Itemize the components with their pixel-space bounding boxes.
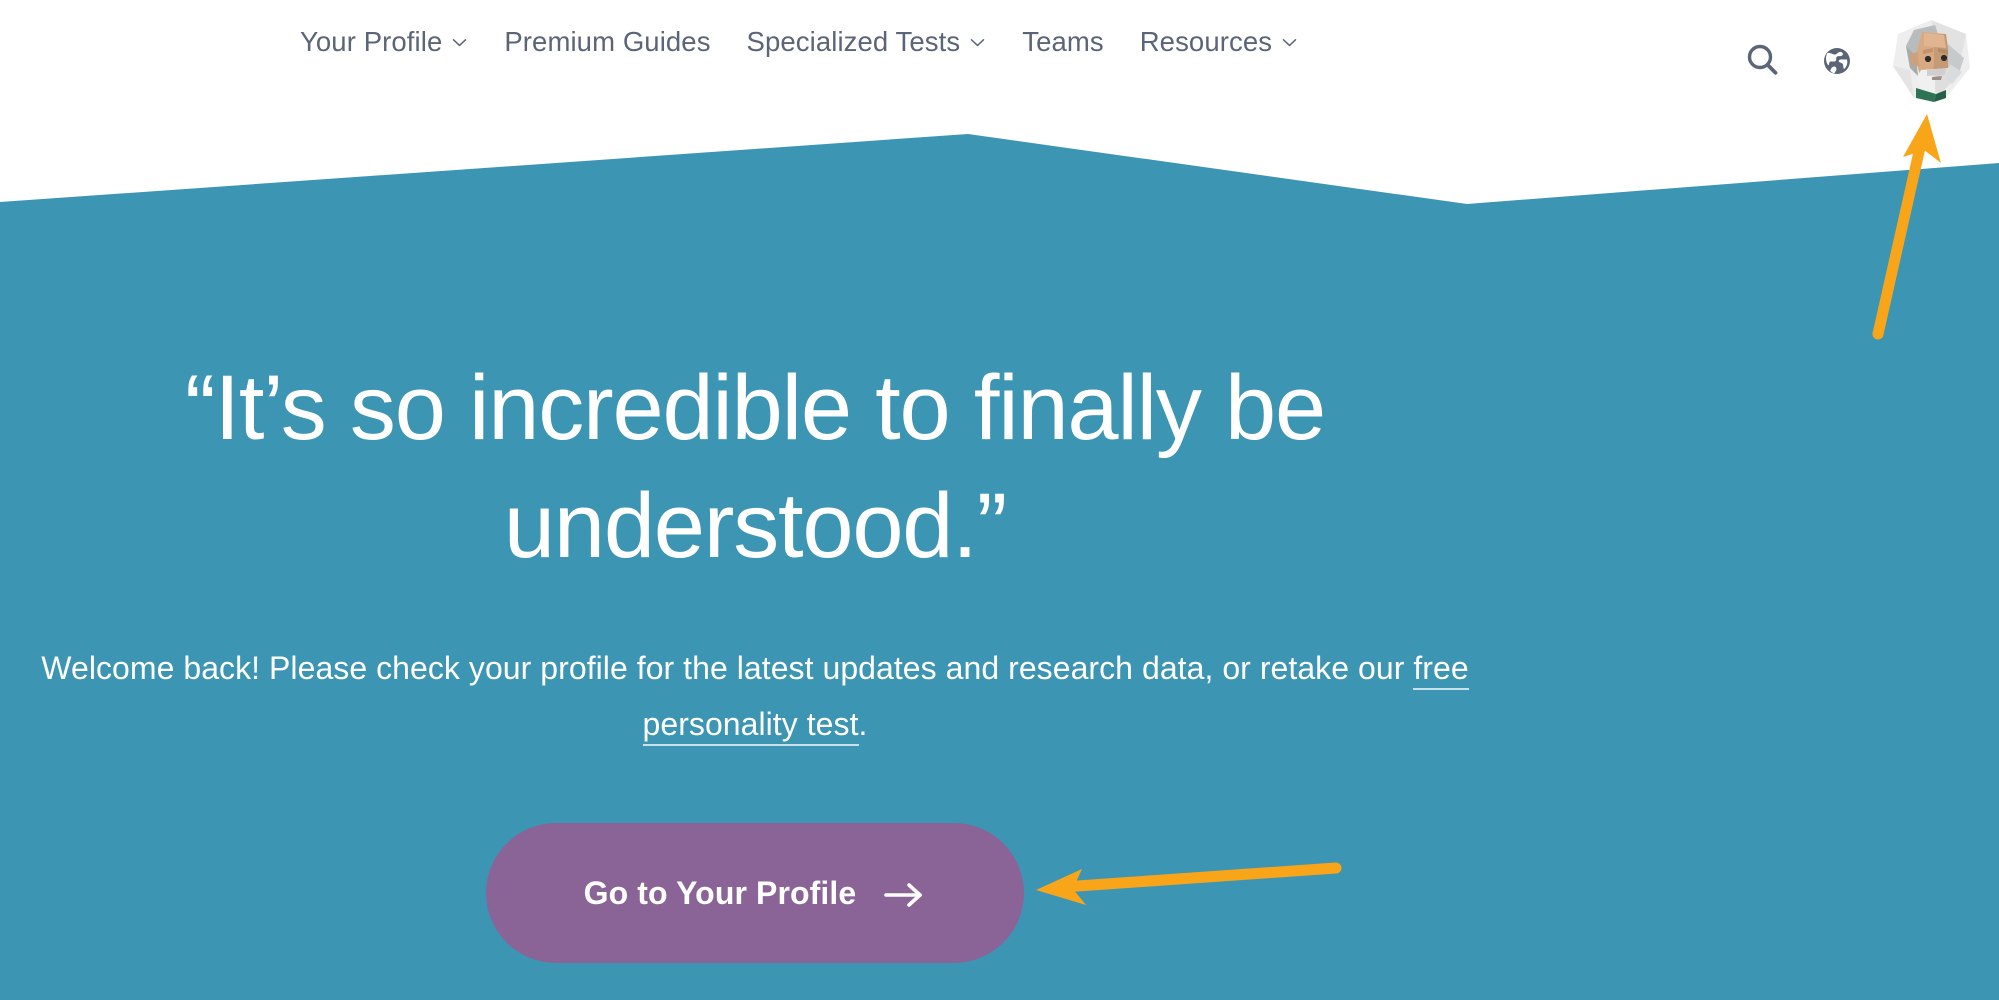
cta-container: Go to Your Profile xyxy=(0,823,1510,963)
go-to-your-profile-button[interactable]: Go to Your Profile xyxy=(486,823,1024,963)
nav-item-label: Specialized Tests xyxy=(746,26,961,57)
nav-item-label: Resources xyxy=(1139,26,1273,57)
nav-item-label: Your Profile xyxy=(300,26,443,57)
arrow-right-icon xyxy=(884,877,926,910)
nav-item-label: Teams xyxy=(1022,26,1104,57)
user-avatar[interactable] xyxy=(1888,18,1974,104)
search-icon[interactable] xyxy=(1740,38,1786,84)
hero-subtitle-text-before: Welcome back! Please check your profile … xyxy=(41,650,1414,686)
cta-label: Go to Your Profile xyxy=(583,874,857,911)
nav-item-resources[interactable]: Resources xyxy=(1122,28,1316,56)
hero-title: “It’s so incredible to finally be unders… xyxy=(185,357,1326,577)
page-root: Your Profile Premium Guides Specialized … xyxy=(0,0,1999,1000)
chevron-down-icon xyxy=(969,34,986,51)
chevron-down-icon xyxy=(451,34,468,51)
nav-item-teams[interactable]: Teams xyxy=(1004,28,1122,56)
chevron-down-icon xyxy=(1281,34,1298,51)
nav-actions xyxy=(1740,18,1974,104)
nav-item-premium-guides[interactable]: Premium Guides xyxy=(486,28,728,56)
hero-subtitle: Welcome back! Please check your profile … xyxy=(0,641,1510,752)
nav-item-label: Premium Guides xyxy=(504,26,711,57)
nav-menu: Your Profile Premium Guides Specialized … xyxy=(282,28,1316,56)
hero-subtitle-text-after: . xyxy=(858,705,868,742)
globe-icon[interactable] xyxy=(1814,38,1860,84)
nav-item-your-profile[interactable]: Your Profile xyxy=(282,28,486,56)
top-navigation: Your Profile Premium Guides Specialized … xyxy=(0,0,1999,110)
nav-item-specialized-tests[interactable]: Specialized Tests xyxy=(729,28,1005,56)
